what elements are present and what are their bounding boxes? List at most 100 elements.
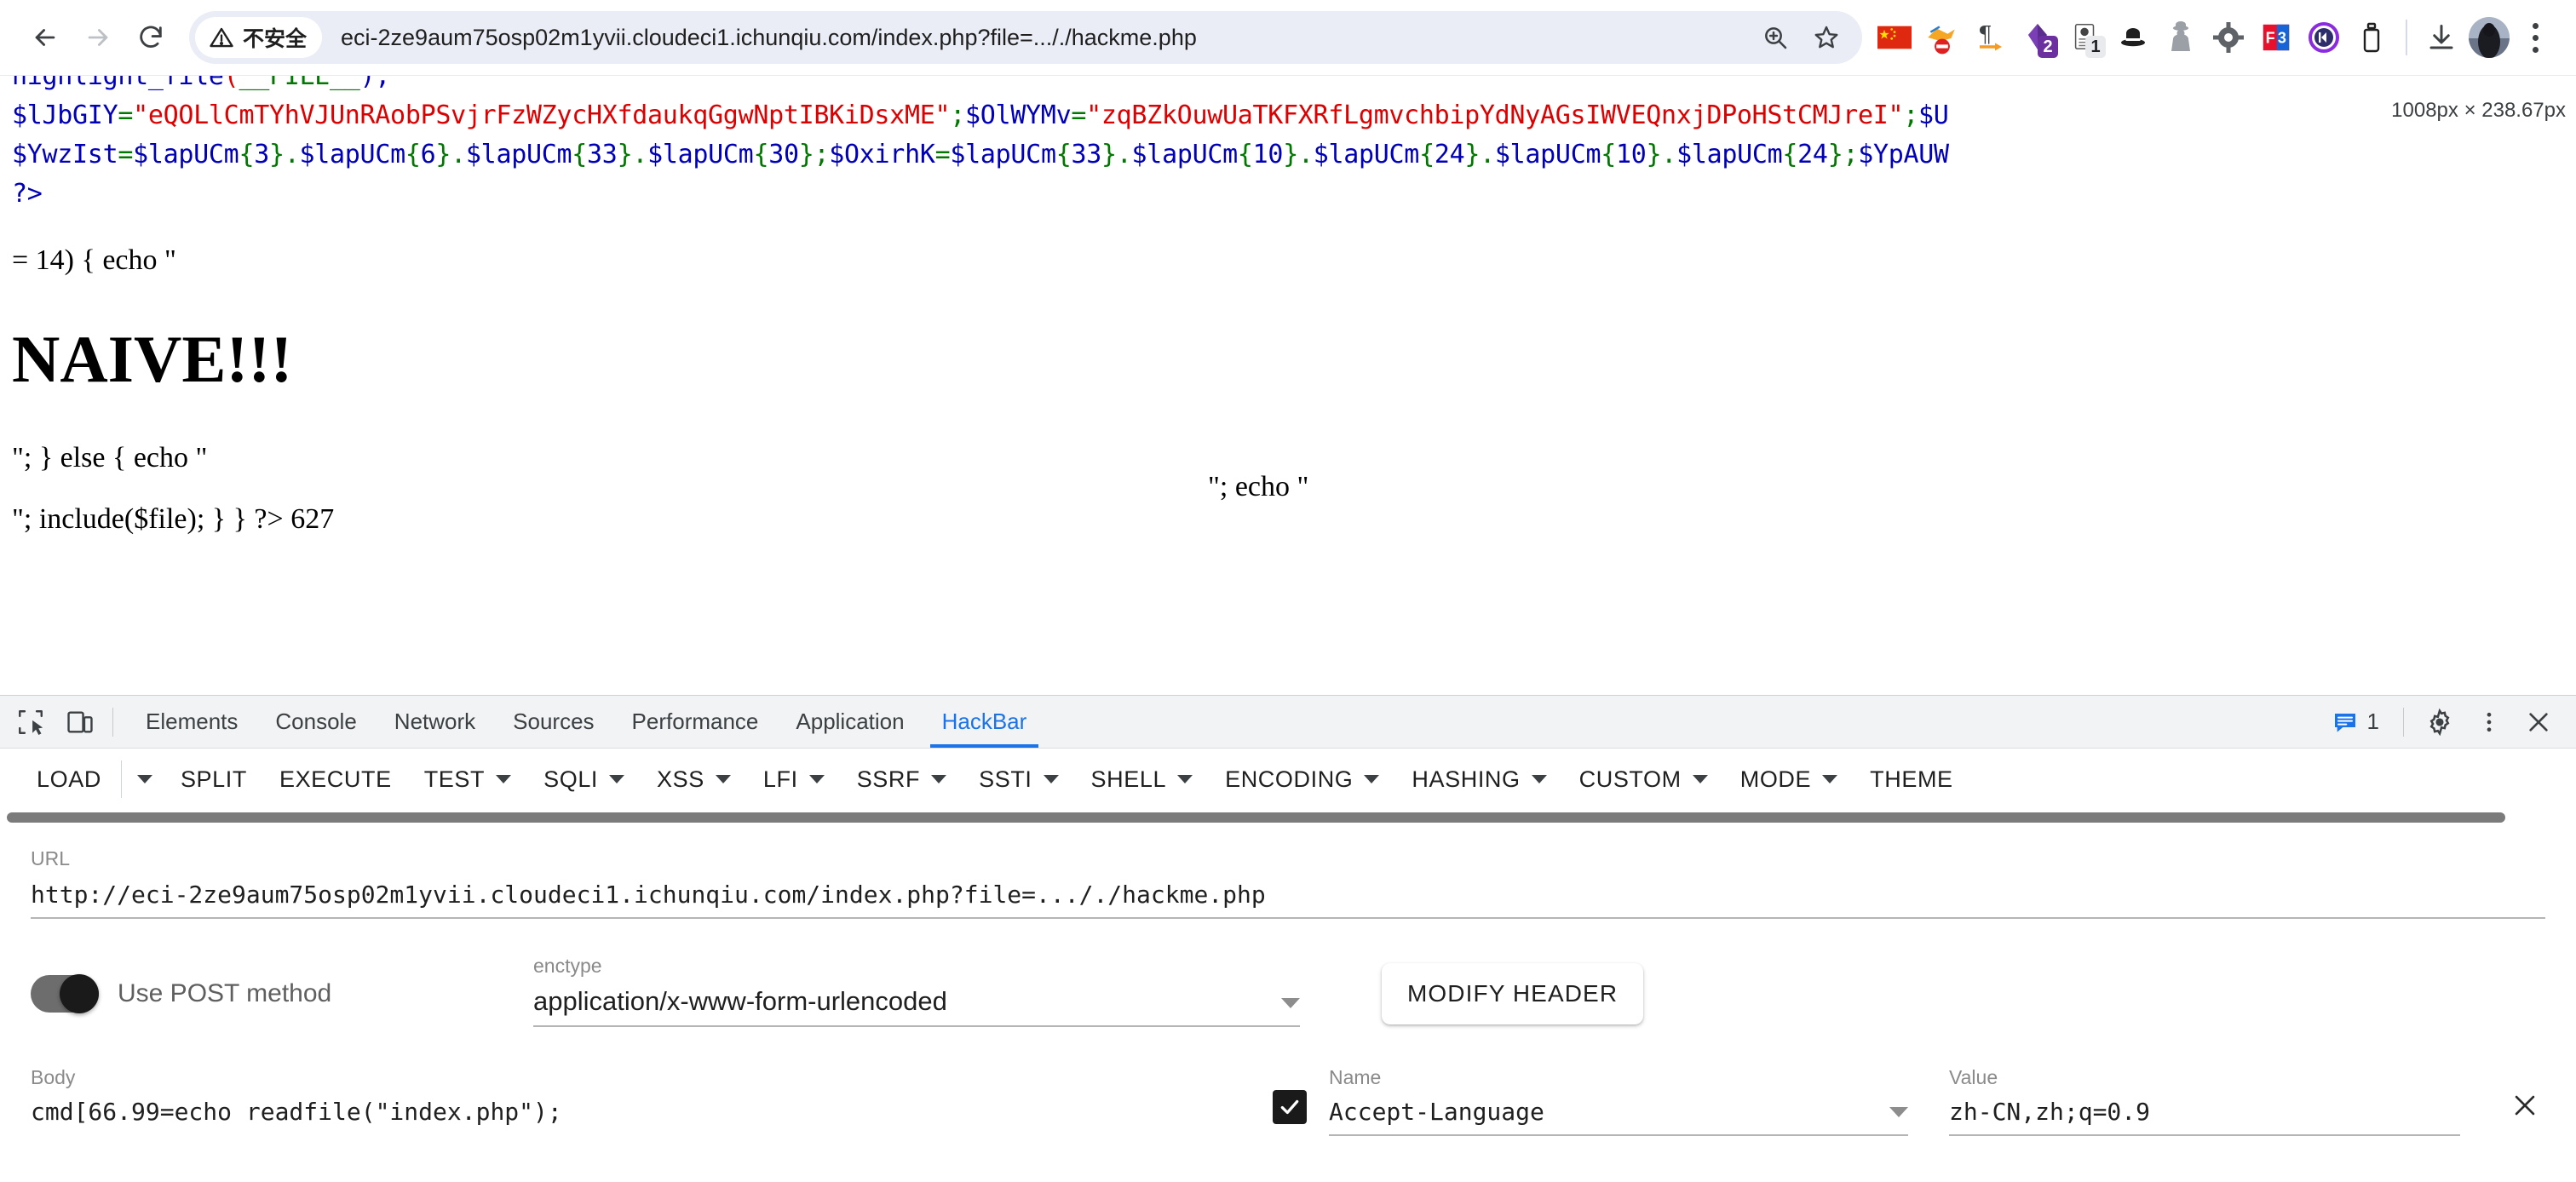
code-token: { — [405, 140, 421, 169]
hat-extension-icon[interactable] — [2109, 14, 2157, 61]
devtools-message-count[interactable]: 1 — [2321, 709, 2389, 736]
chevron-down-icon[interactable] — [715, 775, 731, 783]
bookmark-star-icon[interactable] — [1803, 14, 1850, 61]
tab-hackbar[interactable]: HackBar — [923, 696, 1046, 748]
no-entry-extension-icon[interactable] — [1918, 14, 1966, 61]
chevron-down-icon[interactable] — [1692, 775, 1708, 783]
hackbar-button-label: SSRF — [856, 766, 921, 792]
check-icon — [1280, 1099, 1299, 1115]
hackbar-load-dropdown[interactable] — [125, 756, 164, 802]
hackbar-mode-button[interactable]: MODE — [1724, 756, 1854, 802]
code-token: }. — [1464, 140, 1495, 169]
reload-button[interactable] — [124, 11, 177, 64]
page-content: 1008px × 238.67px highlight_file(__FILE_… — [0, 75, 2576, 695]
gear-icon[interactable] — [2418, 700, 2462, 744]
profile-avatar[interactable] — [2465, 14, 2513, 61]
hackbar-encoding-button[interactable]: ENCODING — [1209, 756, 1395, 802]
hackbar-load-button[interactable]: LOAD — [20, 756, 118, 802]
china-flag-extension-icon[interactable] — [1871, 14, 1918, 61]
f3-extension-icon[interactable]: F3 — [2252, 14, 2300, 61]
wappalyzer-extension-icon[interactable]: 1 — [2061, 14, 2109, 61]
tab-console[interactable]: Console — [256, 696, 375, 748]
close-icon[interactable] — [2516, 700, 2561, 744]
hackbar-hashing-button[interactable]: HASHING — [1395, 756, 1562, 802]
hackbar-ssti-button[interactable]: SSTI — [963, 756, 1074, 802]
chevron-down-icon[interactable] — [1364, 775, 1380, 783]
hackbar-sqli-button[interactable]: SQLI — [527, 756, 641, 802]
hackbar-body-field[interactable]: Body cmd[66.99=echo readfile("index.php"… — [31, 1066, 1273, 1126]
tab-performance[interactable]: Performance — [613, 696, 778, 748]
toggle-knob — [60, 974, 99, 1013]
hackbar-split-button[interactable]: SPLIT — [164, 756, 263, 802]
use-post-method-toggle[interactable] — [31, 974, 99, 1013]
address-bar[interactable]: 不安全 eci-2ze9aum75osp02m1yvii.cloudeci1.i… — [189, 11, 1862, 64]
hackbar-ssrf-button[interactable]: SSRF — [841, 756, 963, 802]
chevron-down-icon[interactable] — [808, 775, 825, 783]
hackbar-button-label: SPLIT — [180, 766, 247, 792]
chrome-menu-icon[interactable] — [2513, 14, 2557, 61]
header-enabled-checkbox[interactable] — [1273, 1090, 1307, 1124]
chevron-down-icon[interactable] — [1889, 1107, 1908, 1117]
enctype-select-group[interactable]: enctype application/x-www-form-urlencode… — [533, 955, 1300, 1027]
code-token: { — [1055, 140, 1072, 169]
hackbar-options-row: Use POST method enctype application/x-ww… — [31, 955, 2545, 1027]
forward-button[interactable] — [72, 11, 124, 64]
devtools-tabbar: Elements Console Network Sources Performance… — [0, 696, 2576, 749]
remove-header-button[interactable] — [2504, 1085, 2545, 1126]
download-icon[interactable] — [2418, 14, 2465, 61]
inspect-element-icon[interactable] — [12, 703, 49, 741]
hackbar-horizontal-scrollbar[interactable] — [7, 810, 2569, 825]
hackbar-theme-button[interactable]: THEME — [1854, 756, 1969, 802]
page-line-echo-float: "; echo " — [1208, 471, 1309, 502]
purple-diamond-extension-icon[interactable]: 2 — [2014, 14, 2061, 61]
chevron-down-icon[interactable] — [1043, 775, 1059, 783]
more-vertical-icon[interactable] — [2467, 700, 2511, 744]
hackbar-button-label: THEME — [1870, 766, 1953, 792]
tab-application[interactable]: Application — [777, 696, 923, 748]
spy-extension-icon[interactable] — [2157, 14, 2205, 61]
chevron-down-icon[interactable] — [1177, 775, 1193, 783]
tab-elements[interactable]: Elements — [127, 696, 256, 748]
code-token: "zqBZkOuwUaTKFXRfLgmvchbipYdNyAGsIWVEQnx… — [1086, 100, 1904, 130]
hackbar-lfi-button[interactable]: LFI — [747, 756, 841, 802]
security-indicator[interactable]: 不安全 — [195, 17, 323, 58]
code-token: 24 — [1797, 140, 1828, 169]
device-toolbar-icon[interactable] — [61, 703, 99, 741]
chevron-down-icon[interactable] — [609, 775, 625, 783]
hackbar-url-field[interactable]: URL http://eci-2ze9aum75osp02m1yvii.clou… — [31, 829, 2545, 919]
body-input[interactable]: cmd[66.99=echo readfile("index.php"); — [31, 1098, 1273, 1126]
tab-network[interactable]: Network — [376, 696, 494, 748]
gear-dark-extension-icon[interactable] — [2205, 14, 2252, 61]
use-post-method-toggle-group[interactable]: Use POST method — [31, 955, 533, 1013]
devtools-tool-icons — [0, 696, 99, 748]
chevron-down-icon[interactable] — [1281, 998, 1300, 1008]
header-value-group[interactable]: Value zh-CN,zh;q=0.9 — [1949, 1066, 2460, 1136]
bottle-extension-icon[interactable] — [2348, 14, 2395, 61]
header-name-select[interactable]: Accept-Language — [1329, 1098, 1908, 1136]
hackbar-xss-button[interactable]: XSS — [641, 756, 747, 802]
pilcrow-extension-icon[interactable]: ¶ — [1966, 14, 2014, 61]
code-token: }. — [1283, 140, 1314, 169]
hackbar-test-button[interactable]: TEST — [408, 756, 527, 802]
hackbar-custom-button[interactable]: CUSTOM — [1563, 756, 1724, 802]
hackbar-button-label: SQLI — [543, 766, 599, 792]
chevron-down-icon[interactable] — [931, 775, 947, 783]
back-button[interactable] — [19, 11, 72, 64]
enctype-select[interactable]: application/x-www-form-urlencoded — [533, 986, 1300, 1027]
hackbar-execute-button[interactable]: EXECUTE — [263, 756, 408, 802]
code-token: { — [1782, 140, 1798, 169]
modify-header-button[interactable]: MODIFY HEADER — [1382, 963, 1644, 1024]
chevron-down-icon[interactable] — [1531, 775, 1547, 783]
header-name-group[interactable]: Name Accept-Language — [1329, 1066, 1908, 1136]
zoom-icon[interactable] — [1751, 14, 1799, 61]
chevron-down-icon[interactable] — [1822, 775, 1838, 783]
header-value-input[interactable]: zh-CN,zh;q=0.9 — [1949, 1098, 2460, 1136]
code-token: ; — [1903, 100, 1918, 130]
chevron-down-icon[interactable] — [496, 775, 512, 783]
hackbar-shell-button[interactable]: SHELL — [1075, 756, 1210, 802]
scrollbar-thumb[interactable] — [7, 812, 2505, 823]
message-bubble-icon — [2334, 713, 2355, 732]
circle-purple-extension-icon[interactable] — [2300, 14, 2348, 61]
url-input[interactable]: http://eci-2ze9aum75osp02m1yvii.cloudeci… — [31, 881, 2545, 919]
tab-sources[interactable]: Sources — [494, 696, 612, 748]
